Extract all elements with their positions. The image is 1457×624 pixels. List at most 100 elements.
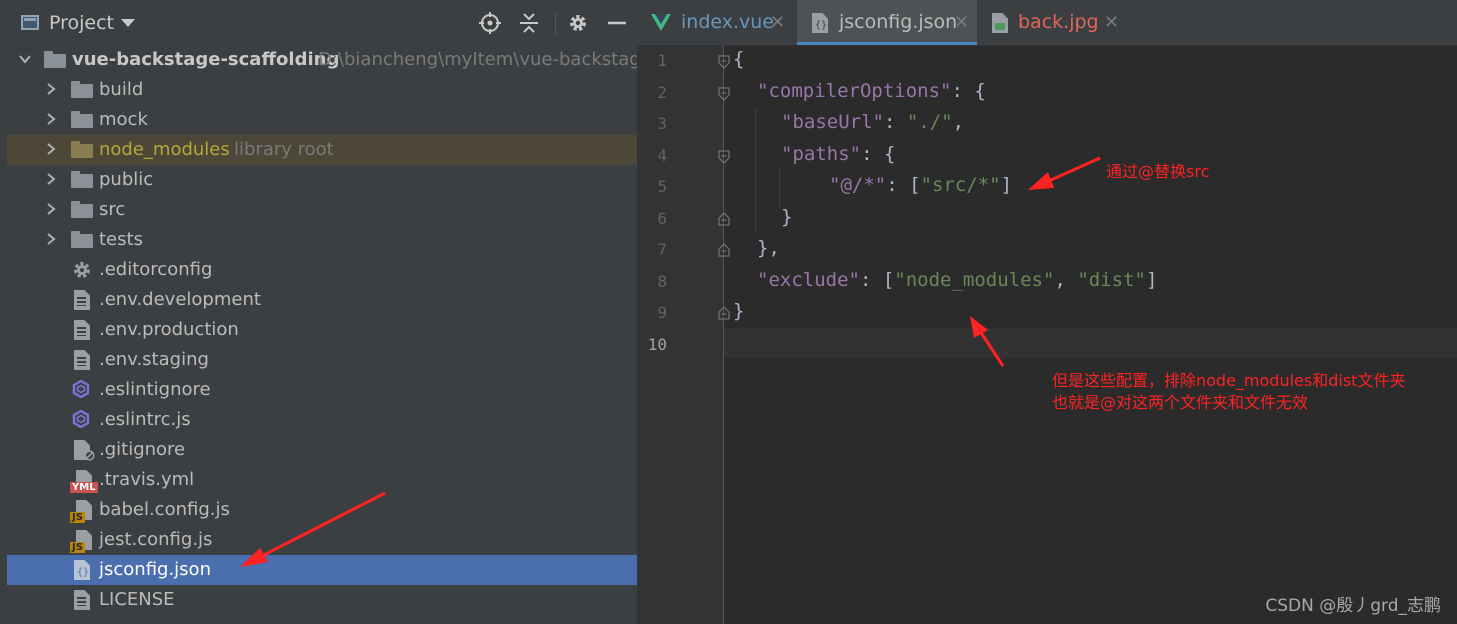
text-file-lines	[77, 327, 86, 336]
tree-file-row[interactable]: .eslintrc.js	[7, 405, 637, 435]
folder-name: public	[99, 169, 154, 190]
code-string: "dist"	[1077, 269, 1146, 291]
tree-file-row[interactable]: .env.production	[7, 315, 637, 345]
tree-folder-row-library[interactable]: node_modules library root	[7, 135, 637, 165]
close-icon[interactable]: ✕	[954, 12, 969, 33]
file-name: .travis.yml	[99, 469, 195, 490]
text-file-lines	[77, 357, 86, 366]
tree-file-row[interactable]: JS jest.config.js	[7, 525, 637, 555]
root-folder-name: vue-backstage-scaffolding	[72, 49, 340, 70]
close-icon[interactable]: ✕	[1104, 12, 1119, 33]
js-badge: JS	[70, 512, 85, 523]
fold-close-icon[interactable]	[718, 306, 730, 320]
line-number: 1	[657, 51, 667, 70]
fold-close-icon[interactable]	[718, 243, 730, 257]
code-line-3[interactable]: "baseUrl": "./",	[781, 111, 964, 133]
code-key: "exclude"	[757, 269, 860, 291]
folder-name: build	[99, 79, 144, 100]
chevron-right-icon[interactable]	[43, 201, 59, 217]
project-panel-header: Project	[7, 0, 637, 46]
tree-file-row[interactable]: .gitignore	[7, 435, 637, 465]
tree-file-row[interactable]: .env.staging	[7, 345, 637, 375]
code-line-10[interactable]	[733, 332, 1433, 358]
tree-folder-row[interactable]: mock	[7, 105, 637, 135]
code-line-4[interactable]: "paths": {	[781, 143, 895, 165]
tree-file-row-selected[interactable]: {} jsconfig.json	[7, 555, 637, 585]
fold-close-icon[interactable]	[718, 212, 730, 226]
folder-icon	[44, 51, 66, 68]
locate-icon[interactable]	[479, 12, 501, 34]
close-icon[interactable]: ✕	[770, 12, 785, 33]
tree-file-row[interactable]: YML .travis.yml	[7, 465, 637, 495]
tree-folder-row[interactable]: public	[7, 165, 637, 195]
chevron-right-icon[interactable]	[43, 141, 59, 157]
tree-file-row[interactable]: LICENSE	[7, 585, 637, 615]
folder-icon	[71, 201, 93, 218]
code-line-2[interactable]: "compilerOptions": {	[757, 80, 986, 102]
code-line-9[interactable]: }	[733, 300, 744, 322]
tree-folder-row[interactable]: src	[7, 195, 637, 225]
file-name: babel.config.js	[99, 499, 230, 520]
code-brace: }	[781, 206, 793, 228]
file-name: .eslintignore	[99, 379, 211, 400]
tree-file-row[interactable]: JS babel.config.js	[7, 495, 637, 525]
chevron-right-icon[interactable]	[43, 171, 59, 187]
code-line-6[interactable]: }	[781, 206, 792, 228]
project-panel: Project vue-backstage-scaffolding D:\bia…	[7, 0, 637, 624]
code-string: "node_modules"	[894, 269, 1055, 291]
tree-folder-row[interactable]: tests	[7, 225, 637, 255]
chevron-right-icon[interactable]	[43, 81, 59, 97]
line-number: 3	[657, 114, 667, 133]
tree-file-row[interactable]: .editorconfig	[7, 255, 637, 285]
tree-folder-row[interactable]: build	[7, 75, 637, 105]
line-number: 9	[657, 303, 667, 322]
code-punct: : [	[859, 269, 895, 291]
chevron-right-icon[interactable]	[43, 231, 59, 247]
code-key: "compilerOptions"	[757, 80, 952, 102]
folder-icon	[71, 111, 93, 128]
text-file-lines	[77, 297, 86, 306]
code-punct: : {	[951, 80, 986, 102]
line-number: 8	[657, 272, 667, 291]
tree-file-row[interactable]: .eslintignore	[7, 375, 637, 405]
tab-back-jpg[interactable]: back.jpg ✕	[980, 0, 1130, 45]
tab-jsconfig-json[interactable]: {} jsconfig.json ✕	[797, 0, 977, 45]
line-number-current: 10	[647, 335, 667, 354]
fold-open-icon[interactable]	[718, 150, 730, 164]
minimize-icon[interactable]	[606, 12, 628, 34]
fold-open-icon[interactable]	[718, 55, 730, 69]
fold-open-icon[interactable]	[718, 87, 730, 101]
code-string: "./"	[906, 111, 953, 133]
folder-icon	[71, 231, 93, 248]
collapse-all-icon[interactable]	[518, 12, 540, 34]
tree-file-row[interactable]: .env.development	[7, 285, 637, 315]
project-panel-title[interactable]: Project	[49, 12, 114, 34]
code-line-1[interactable]: {	[733, 48, 744, 70]
json-braces-glyph: {}	[815, 20, 828, 31]
code-line-5[interactable]: "@/*": ["src/*"]	[829, 174, 1012, 196]
root-folder-path: D:\biancheng\myItem\vue-backstage	[318, 49, 637, 70]
code-brace: },	[757, 237, 780, 259]
tab-label: index.vue	[681, 11, 774, 33]
file-name: .env.production	[99, 319, 239, 340]
folder-name: node_modules	[99, 139, 230, 160]
code-key: "@/*"	[829, 174, 887, 196]
tree-root-row[interactable]: vue-backstage-scaffolding D:\biancheng\m…	[7, 45, 637, 75]
code-key: "baseUrl"	[781, 111, 884, 133]
annotation-note-2-line-1: 但是这些配置，排除node_modules和dist文件夹	[1052, 371, 1406, 390]
line-number: 4	[657, 146, 667, 165]
folder-icon	[71, 171, 93, 188]
code-punct: ]	[1000, 174, 1013, 196]
chevron-down-icon[interactable]	[17, 51, 33, 67]
editor-area: index.vue ✕ {} jsconfig.json ✕ back.jpg …	[637, 0, 1457, 624]
file-name: .env.development	[99, 289, 261, 310]
code-line-8[interactable]: "exclude": ["node_modules", "dist"]	[757, 269, 1157, 291]
chevron-right-icon[interactable]	[43, 111, 59, 127]
gear-icon[interactable]	[567, 12, 589, 34]
left-tool-strip	[0, 0, 7, 624]
code-line-7[interactable]: },	[757, 237, 780, 259]
chevron-down-icon[interactable]	[121, 19, 135, 27]
file-name: .editorconfig	[99, 259, 213, 280]
eslint-icon	[72, 410, 90, 428]
tab-index-vue[interactable]: index.vue ✕	[637, 0, 794, 45]
